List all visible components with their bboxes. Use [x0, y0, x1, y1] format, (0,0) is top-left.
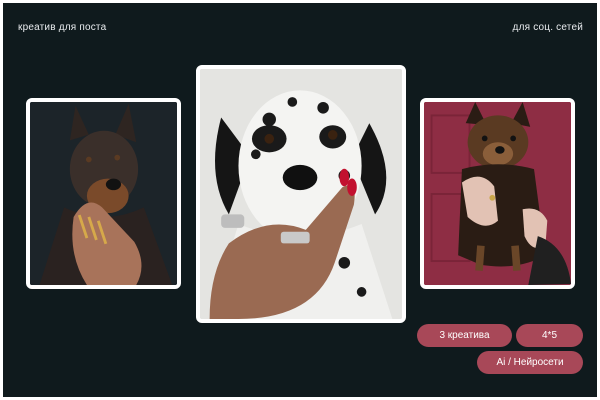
creative-canvas: креатив для поста для соц. сетей 3 креат… — [3, 3, 597, 397]
creatives-count-button[interactable]: 3 креатива — [417, 324, 512, 347]
caption-left: креатив для поста — [18, 22, 107, 33]
yorkshire-terrier-photo — [420, 98, 575, 289]
aspect-ratio-button[interactable]: 4*5 — [516, 324, 583, 347]
doberman-image — [30, 102, 177, 285]
dalmatian-image — [200, 69, 402, 319]
doberman-photo — [26, 98, 181, 289]
ai-neural-networks-button[interactable]: Ai / Нейросети — [477, 351, 583, 374]
caption-right: для соц. сетей — [512, 22, 583, 33]
dalmatian-photo — [196, 65, 406, 323]
yorkshire-terrier-image — [424, 102, 571, 285]
